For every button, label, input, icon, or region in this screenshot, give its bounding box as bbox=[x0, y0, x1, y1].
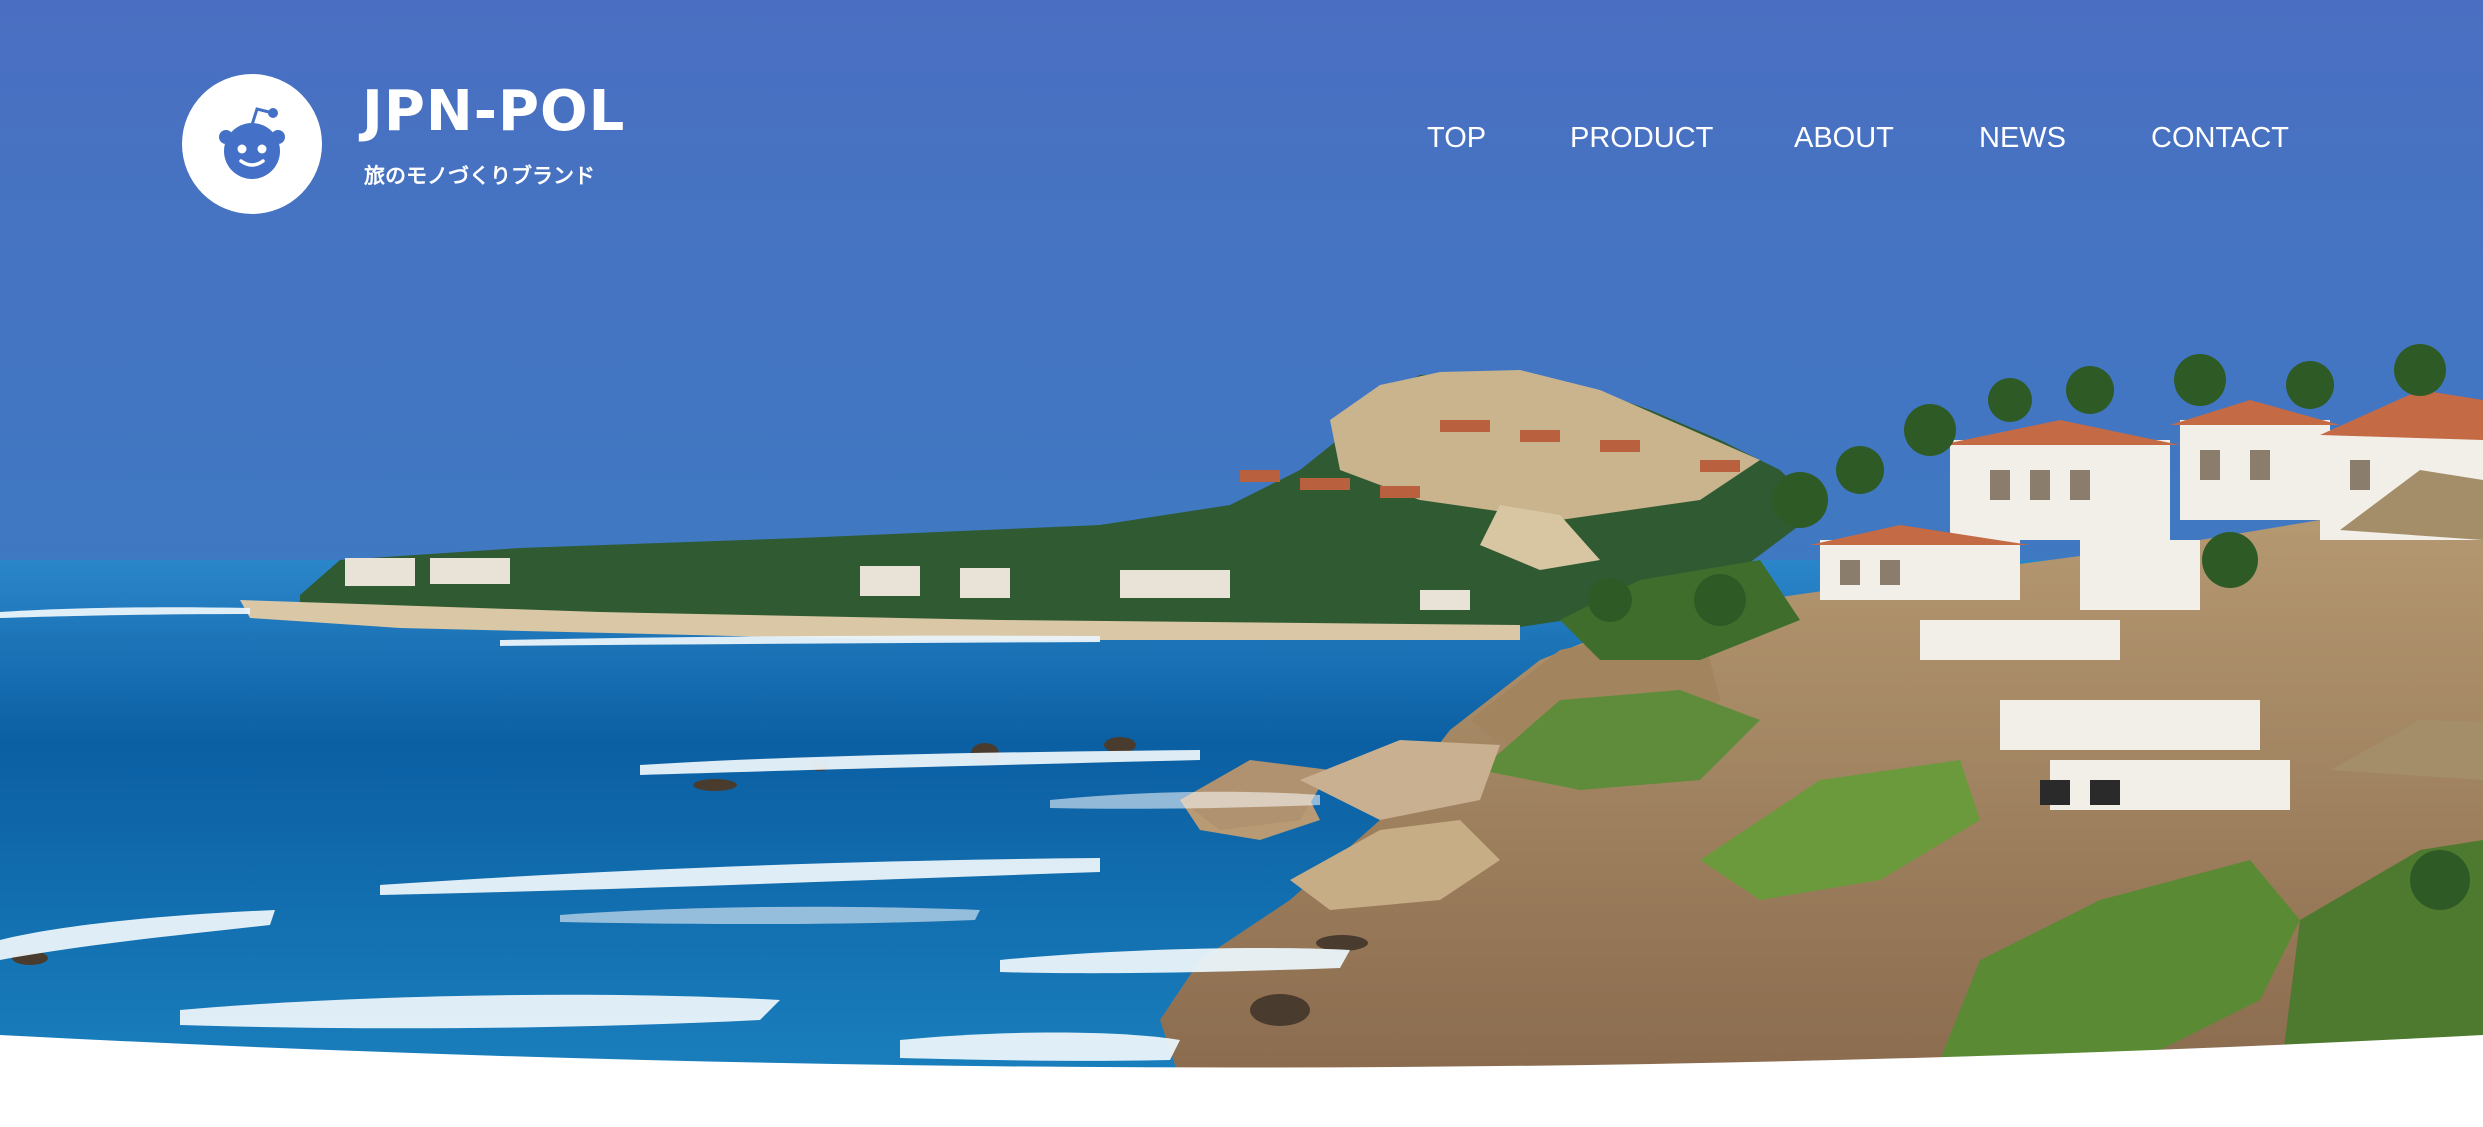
nav-item-top[interactable]: TOP bbox=[1427, 124, 1486, 153]
brand-logo[interactable] bbox=[182, 74, 322, 214]
brand-name[interactable]: JPN-POL bbox=[362, 84, 625, 140]
nav-item-about[interactable]: ABOUT bbox=[1794, 124, 1894, 153]
hero-section: JPN-POL 旅のモノづくりブランド TOP PRODUCT ABOUT NE… bbox=[0, 0, 2483, 1080]
site-header: JPN-POL 旅のモノづくりブランド TOP PRODUCT ABOUT NE… bbox=[0, 0, 2483, 260]
reddit-alien-icon bbox=[219, 107, 285, 179]
nav-item-contact[interactable]: CONTACT bbox=[2151, 124, 2289, 153]
nav-item-product[interactable]: PRODUCT bbox=[1570, 124, 1713, 153]
brand-tagline: 旅のモノづくりブランド bbox=[364, 164, 595, 188]
nav-item-news[interactable]: NEWS bbox=[1979, 124, 2066, 153]
